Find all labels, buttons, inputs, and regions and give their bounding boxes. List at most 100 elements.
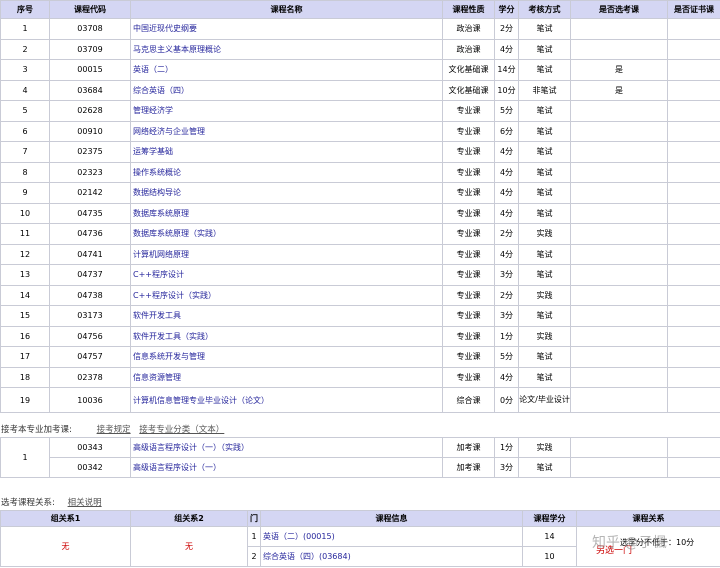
row-no: 14 (0, 284, 50, 306)
cert-flag (667, 161, 720, 183)
course-type: 专业课 (442, 120, 495, 142)
extra-course-link[interactable]: 高级语言程序设计（一）（实践） (133, 443, 249, 452)
course-link[interactable]: 操作系统概论 (133, 168, 181, 177)
table-row: 2 03709 马克思主义基本原理概论 政治课 4分 笔试 (0, 38, 720, 60)
rel-idx: 1 (247, 526, 261, 547)
table-row: 1 03708 中国近现代史纲要 政治课 2分 笔试 (0, 18, 720, 40)
course-link[interactable]: 中国近现代史纲要 (133, 24, 197, 33)
course-link[interactable]: C++程序设计 (133, 270, 184, 279)
extra-group-no: 1 (0, 437, 50, 478)
header-code: 课程代码 (49, 0, 131, 19)
row-no: 17 (0, 346, 50, 368)
exam-method: 非笔试 (518, 79, 571, 101)
course-link[interactable]: 计算机网络原理 (133, 250, 189, 259)
table-row: 13 04737 C++程序设计 专业课 3分 笔试 (0, 264, 720, 286)
rel-credit: 14 (522, 526, 577, 547)
course-name-cell: 信息系统开发与管理 (130, 346, 443, 368)
exam-method: 笔试 (518, 202, 571, 224)
header-no: 序号 (0, 0, 50, 19)
row-no: 10 (0, 202, 50, 224)
relation-help-link[interactable]: 相关说明 (68, 498, 102, 508)
cert-flag (667, 79, 720, 101)
course-name-cell: 数据库系统原理（实践） (130, 223, 443, 245)
course-type: 专业课 (442, 284, 495, 306)
course-credit: 5分 (494, 346, 519, 368)
course-code: 04757 (49, 346, 131, 368)
course-link[interactable]: 管理经济学 (133, 106, 173, 115)
course-link[interactable]: C++程序设计（实践） (133, 291, 216, 300)
course-link[interactable]: 马克思主义基本原理概论 (133, 45, 221, 54)
cert-flag (667, 387, 720, 413)
course-link[interactable]: 计算机信息管理专业毕业设计（论文） (133, 396, 269, 405)
rel-course-link[interactable]: 综合英语（四）(03684) (263, 552, 351, 561)
cert-flag (667, 284, 720, 306)
relation-section-title: 选考课程关系: 相关说明 (1, 496, 102, 508)
course-credit: 4分 (494, 182, 519, 204)
course-code: 02375 (49, 141, 131, 163)
cert-flag (667, 223, 720, 245)
course-code: 00910 (49, 120, 131, 142)
table-row: 18 02378 信息资源管理 专业课 4分 笔试 (0, 366, 720, 388)
header-name: 课程名称 (130, 0, 443, 19)
table-row: 7 02375 运筹学基础 专业课 4分 笔试 (0, 141, 720, 163)
rel-header-group2: 组关系2 (130, 510, 248, 527)
exam-method: 笔试 (518, 59, 571, 81)
exam-method: 笔试 (518, 161, 571, 183)
course-name-cell: 英语（二） (130, 59, 443, 81)
course-link[interactable]: 信息系统开发与管理 (133, 352, 205, 361)
course-type: 专业课 (442, 305, 495, 327)
course-code: 00015 (49, 59, 131, 81)
course-name-cell: 软件开发工具 (130, 305, 443, 327)
exam-category-link[interactable]: 接考专业分类（文本） (139, 425, 224, 435)
course-credit: 2分 (494, 223, 519, 245)
course-name-cell: 数据库系统原理 (130, 202, 443, 224)
course-code: 03709 (49, 38, 131, 60)
optional-flag (570, 100, 668, 122)
exam-rules-link[interactable]: 接考规定 (97, 425, 131, 435)
course-type: 综合课 (442, 387, 495, 413)
course-code: 03708 (49, 18, 131, 40)
rel-header-info: 课程信息 (260, 510, 523, 527)
exam-method: 实践 (518, 284, 571, 306)
header-optional: 是否选考课 (570, 0, 668, 19)
row-no: 18 (0, 366, 50, 388)
rel-group2: 无 (130, 526, 248, 567)
course-type: 专业课 (442, 223, 495, 245)
course-code: 04736 (49, 223, 131, 245)
course-link[interactable]: 数据结构导论 (133, 188, 181, 197)
course-credit: 2分 (494, 18, 519, 40)
course-name-cell: 软件开发工具（实践） (130, 325, 443, 347)
course-link[interactable]: 综合英语（四） (133, 86, 189, 95)
rel-idx: 2 (247, 546, 261, 567)
course-link[interactable]: 数据库系统原理（实践） (133, 229, 221, 238)
course-link[interactable]: 软件开发工具（实践） (133, 332, 213, 341)
course-table: 序号 课程代码 课程名称 课程性质 学分 考核方式 是否选考课 是否证书课 10… (0, 0, 720, 413)
course-credit: 4分 (494, 141, 519, 163)
course-code: 02378 (49, 366, 131, 388)
cert-flag (667, 182, 720, 204)
optional-flag (570, 18, 668, 40)
course-link[interactable]: 英语（二） (133, 65, 173, 74)
course-name-cell: C++程序设计（实践） (130, 284, 443, 306)
rel-course-link[interactable]: 英语（二）(00015) (263, 532, 335, 541)
extra-cert (667, 457, 720, 478)
optional-flag (570, 120, 668, 142)
cert-flag (667, 366, 720, 388)
course-link[interactable]: 运筹学基础 (133, 147, 173, 156)
row-no: 1 (0, 18, 50, 40)
row-no: 7 (0, 141, 50, 163)
course-link[interactable]: 信息资源管理 (133, 373, 181, 382)
course-link[interactable]: 网络经济与企业管理 (133, 127, 205, 136)
extra-optional (570, 457, 668, 478)
course-type: 文化基础课 (442, 59, 495, 81)
course-link[interactable]: 软件开发工具 (133, 311, 181, 320)
course-name-cell: 网络经济与企业管理 (130, 120, 443, 142)
course-name-cell: 中国近现代史纲要 (130, 18, 443, 40)
optional-flag: 是 (570, 59, 668, 81)
extra-code: 00343 (49, 437, 131, 458)
course-link[interactable]: 数据库系统原理 (133, 209, 189, 218)
extra-course-link[interactable]: 高级语言程序设计（一） (133, 463, 221, 472)
course-credit: 2分 (494, 284, 519, 306)
course-name-cell: C++程序设计 (130, 264, 443, 286)
course-name-cell: 马克思主义基本原理概论 (130, 38, 443, 60)
